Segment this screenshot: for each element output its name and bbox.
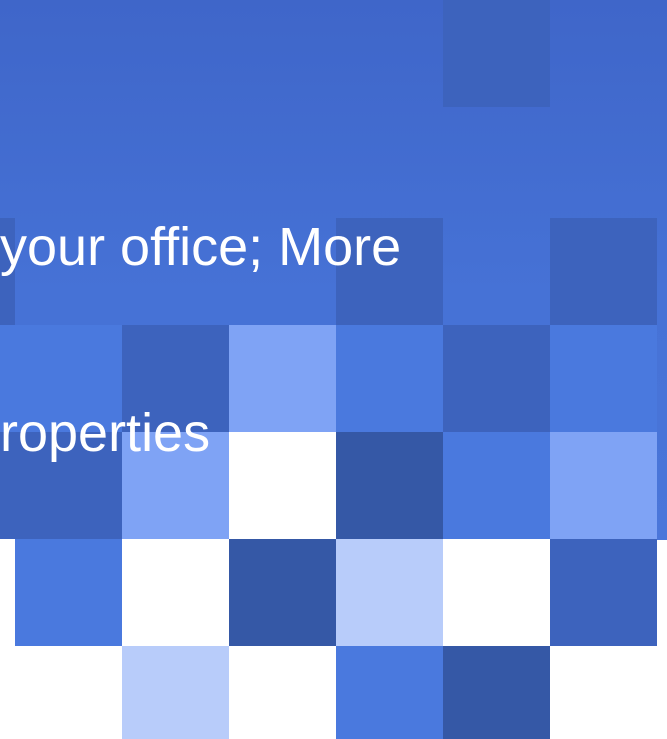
mosaic-tile [443,646,550,739]
title-line-2: roperties [0,403,211,463]
mosaic-tile [336,646,443,739]
mosaic-tile [229,646,336,739]
slide-title: your office; More roperties [0,92,667,588]
mosaic-tile [122,646,229,739]
title-line-1: your office; More [0,217,402,277]
mosaic-tile [550,646,657,739]
mosaic-tile [443,0,550,107]
mosaic-tile [15,646,122,739]
slide: your office; More roperties [0,0,667,739]
